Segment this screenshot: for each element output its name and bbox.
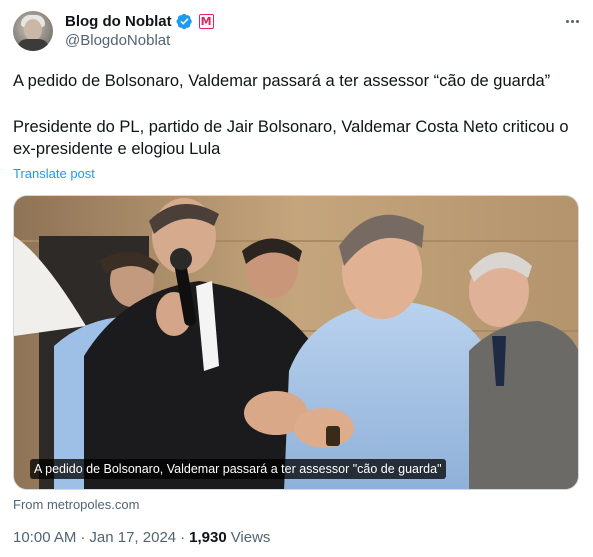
avatar[interactable] (13, 11, 53, 51)
tweet-header: Blog do Noblat M @BlogdoNoblat (13, 10, 583, 54)
tweet-headline: A pedido de Bolsonaro, Valdemar passará … (13, 72, 551, 90)
link-source[interactable]: From metropoles.com (13, 497, 139, 512)
more-options-icon[interactable] (561, 12, 583, 30)
meta-separator-2: · (180, 529, 186, 546)
translate-post-link[interactable]: Translate post (13, 166, 95, 181)
verified-check-icon (176, 13, 192, 29)
tweet-text: A pedido de Bolsonaro, Valdemar passará … (13, 70, 583, 160)
publisher-badge-letter: M (200, 14, 212, 28)
publisher-badge[interactable]: M (198, 13, 214, 29)
tweet-meta: 10:00 AM · Jan 17, 2024 · 1,930 Views (13, 529, 270, 546)
tweet-body: Presidente do PL, partido de Jair Bolson… (13, 118, 569, 158)
tweet-time[interactable]: 10:00 AM (13, 529, 76, 546)
news-photo (14, 196, 578, 489)
views-label: Views (230, 529, 271, 546)
author-name-row: Blog do Noblat M (65, 11, 214, 31)
tweet-date[interactable]: Jan 17, 2024 (89, 529, 176, 546)
media-caption: A pedido de Bolsonaro, Valdemar passará … (30, 459, 446, 479)
meta-separator: · (80, 529, 86, 546)
views-count: 1,930 (189, 529, 227, 546)
author-display-name[interactable]: Blog do Noblat (65, 13, 172, 30)
author-handle[interactable]: @BlogdoNoblat (65, 32, 170, 49)
link-card-media[interactable]: A pedido de Bolsonaro, Valdemar passará … (13, 195, 579, 490)
